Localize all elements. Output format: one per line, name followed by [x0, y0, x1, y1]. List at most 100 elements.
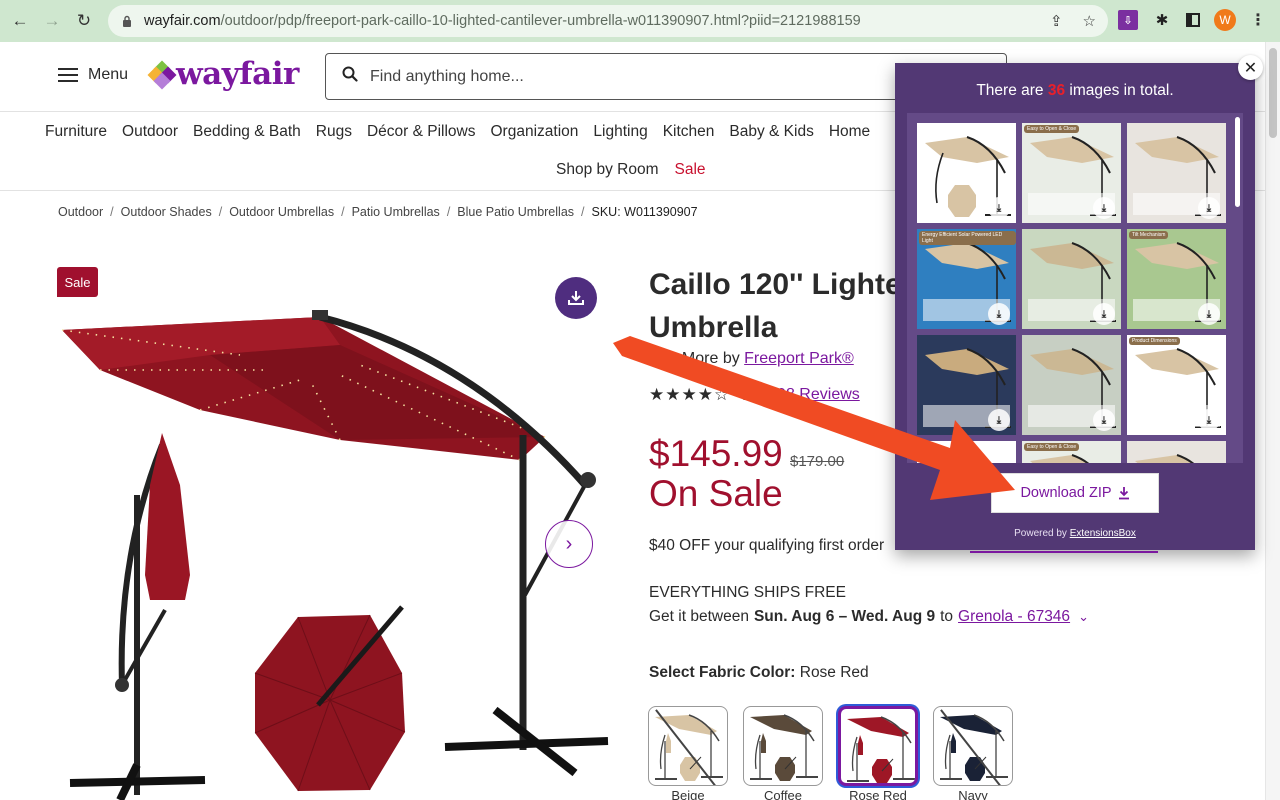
product-title: Caillo 120'' Lighte Umbrella — [649, 263, 909, 349]
breadcrumb-link[interactable]: Outdoor — [58, 205, 103, 219]
nav-category[interactable]: Outdoor — [122, 123, 178, 141]
image-thumbnail[interactable]: Tilt Mechanism ⤓ — [1127, 229, 1226, 329]
promo-text: $40 OFF your qualifying first order — [649, 537, 885, 554]
delivery-dates: Sun. Aug 6 – Wed. Aug 9 — [753, 608, 936, 625]
thumbnail-caption: Easy to Open & Close — [1024, 443, 1080, 451]
thumbnail-caption: Product Dimensions — [1129, 337, 1180, 345]
delivery-prefix: Get it between — [649, 608, 749, 625]
thumbnail-download-button[interactable]: ⤓ — [988, 197, 1010, 219]
next-image-button[interactable]: › — [545, 520, 593, 568]
forward-button[interactable]: → — [40, 9, 64, 33]
image-thumbnail[interactable]: Easy to Open & Close⤓ — [1022, 441, 1121, 463]
thumbnail-download-button[interactable]: ⤓ — [988, 409, 1010, 431]
image-thumbnail[interactable]: ⤓ — [917, 335, 1016, 435]
extensionsbox-link[interactable]: ExtensionsBox — [1070, 528, 1136, 539]
image-thumbnail[interactable]: ⤓ — [917, 123, 1016, 223]
logo-mark-icon — [147, 60, 177, 89]
nav-category[interactable]: Furniture — [45, 123, 107, 141]
side-panel-icon[interactable] — [1186, 13, 1200, 27]
sale-badge: Sale — [57, 267, 98, 297]
image-thumbnail[interactable]: ⤓ — [1022, 335, 1121, 435]
delivery-location-link[interactable]: Grenola - 67346 — [958, 608, 1070, 626]
breadcrumb-link[interactable]: Blue Patio Umbrellas — [457, 205, 574, 219]
nav-category[interactable]: Home — [829, 123, 870, 141]
nav-category[interactable]: Rugs — [316, 123, 352, 141]
reviews-link[interactable]: 98 Reviews — [777, 386, 860, 404]
browser-menu-icon[interactable]: ⋮ — [1250, 10, 1266, 30]
nav-category[interactable]: Lighting — [593, 123, 647, 141]
image-thumbnail[interactable]: Product Dimensions ⤓ — [1127, 335, 1226, 435]
swatch-thumbnail — [750, 714, 818, 781]
url-path: /outdoor/pdp/freeport-park-caillo-10-lig… — [220, 13, 861, 29]
page-scrollbar[interactable] — [1265, 42, 1280, 800]
popup-scrollbar-thumb[interactable] — [1235, 117, 1240, 207]
swatch-label: Beige — [671, 788, 705, 800]
sale-price: $145.99 — [649, 433, 783, 474]
thumbnail-download-button[interactable]: ⤓ — [1093, 303, 1115, 325]
image-thumbnail[interactable]: ⤓ — [1127, 123, 1226, 223]
image-count: 36 — [1047, 82, 1066, 99]
chevron-down-icon[interactable]: ⌄ — [1078, 609, 1089, 625]
menu-button[interactable]: Menu — [58, 66, 128, 84]
back-button[interactable]: ← — [8, 9, 32, 33]
link-underline — [970, 551, 1158, 553]
color-swatch[interactable] — [838, 706, 918, 786]
swatch-label: Navy — [958, 788, 988, 800]
powered-prefix: Powered by — [1014, 528, 1070, 539]
thumbnail-download-button[interactable]: ⤓ — [1198, 197, 1220, 219]
rating-row: ★★★★☆ 4.4 98 Reviews — [649, 385, 860, 405]
product-gallery: Sale › — [40, 255, 620, 800]
thumbnail-download-button[interactable]: ⤓ — [1198, 409, 1220, 431]
thumbnail-download-button[interactable]: ⤓ — [988, 303, 1010, 325]
search-input[interactable] — [370, 67, 870, 86]
nav-category[interactable]: Organization — [491, 123, 579, 141]
image-thumbnail[interactable]: ⤓ — [1127, 441, 1226, 463]
star-rating-icon[interactable]: ★★★★☆ — [649, 385, 730, 405]
breadcrumb-link[interactable]: Outdoor Umbrellas — [229, 205, 334, 219]
nav-sale[interactable]: Sale — [675, 161, 706, 179]
extensions-puzzle-icon[interactable]: ✱ — [1152, 10, 1172, 30]
nav-category[interactable]: Baby & Kids — [729, 123, 813, 141]
popup-title: There are 36 images in total. — [895, 82, 1255, 100]
wayfair-logo[interactable]: wayfair — [147, 59, 299, 90]
search-icon — [342, 66, 358, 87]
arrow-left-icon: ← — [11, 11, 29, 30]
download-zip-button[interactable]: Download ZIP — [991, 473, 1159, 513]
nav-category[interactable]: Shop by Room — [556, 161, 659, 179]
thumbnail-grid-container: ⤓ Easy to Open & Close ⤓ ⤓ Energy Efficient … — [907, 113, 1243, 463]
thumbnail-download-button[interactable]: ⤓ — [1198, 303, 1220, 325]
nav-category[interactable]: Kitchen — [663, 123, 715, 141]
bookmark-star-icon[interactable]: ☆ — [1083, 12, 1096, 30]
scrollbar-thumb[interactable] — [1269, 48, 1277, 138]
nav-category[interactable]: Décor & Pillows — [367, 123, 476, 141]
image-download-button[interactable] — [555, 277, 597, 319]
powered-by: Powered by ExtensionsBox — [895, 528, 1255, 539]
share-icon[interactable]: ⇪ — [1050, 12, 1063, 30]
image-thumbnail[interactable]: ⤓ — [1022, 229, 1121, 329]
swatch-thumbnail — [847, 716, 915, 783]
address-bar[interactable]: wayfair.com/outdoor/pdp/freeport-park-ca… — [108, 5, 1108, 37]
profile-avatar[interactable]: W — [1214, 9, 1236, 31]
breadcrumb-link[interactable]: Outdoor Shades — [121, 205, 212, 219]
popup-title-suffix: images in total. — [1065, 82, 1174, 99]
brand-link[interactable]: Freeport Park® — [744, 350, 854, 367]
color-swatch[interactable] — [743, 706, 823, 786]
download-zip-label: Download ZIP — [1020, 485, 1112, 501]
reload-button[interactable]: ↻ — [72, 9, 96, 33]
image-thumbnail[interactable]: ⤓ — [917, 441, 1016, 463]
image-downloader-extension-icon[interactable]: ⇩ — [1118, 10, 1138, 30]
breadcrumb: Outdoor / Outdoor Shades / Outdoor Umbrellas… — [58, 205, 698, 219]
color-swatch[interactable] — [648, 706, 728, 786]
sku-label: SKU: W011390907 — [591, 205, 698, 219]
thumbnail-download-button[interactable]: ⤓ — [1093, 409, 1115, 431]
fabric-color-label: Select Fabric Color: Rose Red — [649, 664, 869, 682]
color-swatch[interactable] — [933, 706, 1013, 786]
url-domain: wayfair.com — [144, 13, 221, 29]
close-popup-button[interactable]: ✕ — [1238, 55, 1263, 80]
thumbnail-download-button[interactable]: ⤓ — [1093, 197, 1115, 219]
breadcrumb-link[interactable]: Patio Umbrellas — [352, 205, 440, 219]
image-thumbnail[interactable]: Easy to Open & Close⤓ — [1022, 123, 1121, 223]
image-thumbnail[interactable]: Energy Efficient Solar Powered LED Light… — [917, 229, 1016, 329]
nav-category[interactable]: Bedding & Bath — [193, 123, 301, 141]
see-more-by: See More by Freeport Park® — [649, 350, 854, 368]
